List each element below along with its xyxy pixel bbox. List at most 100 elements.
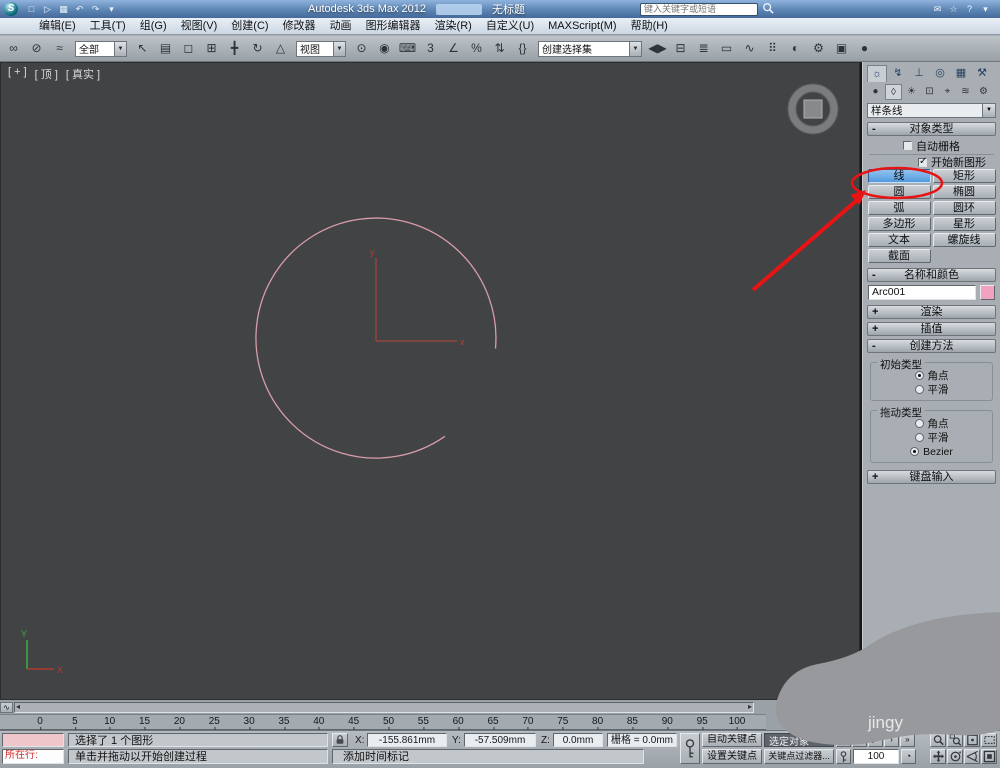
quick-new-icon[interactable]: □	[24, 2, 39, 16]
edit-named-selection-sets-icon[interactable]: {}	[512, 38, 533, 59]
shape-button-3[interactable]: 椭圆	[932, 185, 996, 199]
schematic-view-icon[interactable]: ⠿	[762, 38, 783, 59]
menu-item-3[interactable]: 视图(V)	[174, 18, 225, 34]
viewport-menu-general[interactable]: [ + ]	[8, 66, 27, 82]
snaps-toggle-3d-icon[interactable]: 3	[420, 38, 441, 59]
quick-access-dropdown-icon[interactable]: ▾	[104, 2, 119, 16]
key-mode-toggle-button[interactable]	[836, 749, 851, 764]
field-of-view-button[interactable]	[964, 749, 980, 764]
percent-snap-toggle-icon[interactable]: %	[466, 38, 487, 59]
set-key-big-button[interactable]	[680, 733, 700, 764]
tab-motion[interactable]: ◎	[930, 65, 950, 82]
maxscript-mini-listener[interactable]: 所在行:	[2, 749, 64, 764]
shape-button-2[interactable]: 圆	[867, 185, 931, 199]
zoom-extents-button[interactable]	[964, 733, 980, 747]
viewcube[interactable]	[787, 83, 839, 135]
key-default-in-out-dropdown[interactable]: 选定对象 ▼	[764, 733, 834, 748]
selection-filter-dropdown[interactable]: 全部 ▼	[75, 40, 127, 57]
use-pivot-point-center-icon[interactable]: ⊙	[351, 38, 372, 59]
initial-corner-radio[interactable]	[914, 371, 924, 380]
initial-smooth-radio[interactable]	[914, 385, 924, 394]
undo-icon[interactable]: ↶	[72, 2, 87, 16]
shape-button-9[interactable]: 螺旋线	[932, 233, 996, 247]
select-and-move-icon[interactable]: ╋	[224, 38, 245, 59]
menu-item-10[interactable]: MAXScript(M)	[541, 18, 623, 34]
mirror-icon[interactable]: ◀▶	[647, 38, 668, 59]
redo-icon[interactable]: ↷	[88, 2, 103, 16]
select-by-name-icon[interactable]: ▤	[155, 38, 176, 59]
keyboard-shortcut-override-icon[interactable]: ⌨	[397, 38, 418, 59]
menu-item-6[interactable]: 动画	[323, 18, 359, 34]
pan-button[interactable]	[930, 749, 946, 764]
tab-display[interactable]: ▦	[951, 65, 971, 82]
named-selection-sets-dropdown-arrow-icon[interactable]: ▼	[629, 41, 641, 56]
category-shapes[interactable]: ◊	[885, 84, 902, 100]
y-coord-field[interactable]: -57.509mm	[464, 733, 536, 747]
shape-category-arrow-icon[interactable]: ▼	[982, 104, 995, 117]
play-button[interactable]: ▶	[868, 733, 883, 747]
menu-item-0[interactable]: 编辑(E)	[32, 18, 83, 34]
tab-utilities[interactable]: ⚒	[972, 65, 992, 82]
time-slider-track[interactable]: ◂ ▸	[14, 702, 754, 713]
category-cameras[interactable]: ⊡	[921, 84, 938, 100]
infocenter-search-input[interactable]	[640, 2, 758, 16]
align-icon[interactable]: ⊟	[670, 38, 691, 59]
drag-corner-radio[interactable]	[914, 419, 924, 428]
z-coord-field[interactable]: 0.0mm	[553, 733, 603, 747]
quick-save-icon[interactable]: ▦	[56, 2, 71, 16]
rollout-rendering-header[interactable]: + 渲染	[867, 305, 996, 319]
communication-center-icon[interactable]: ✉	[930, 2, 945, 16]
set-key-button[interactable]: 设置关键点	[702, 749, 762, 764]
rollout-interpolation-header[interactable]: + 插值	[867, 322, 996, 336]
menu-item-2[interactable]: 组(G)	[133, 18, 174, 34]
angle-snap-toggle-icon[interactable]: ∠	[443, 38, 464, 59]
infocenter-dropdown-icon[interactable]: ▾	[978, 2, 993, 16]
select-and-rotate-icon[interactable]: ↻	[247, 38, 268, 59]
unlink-selection-icon[interactable]: ⊘	[26, 38, 47, 59]
bind-to-space-warp-icon[interactable]: ≈	[49, 38, 70, 59]
category-space-warps[interactable]: ≋	[957, 84, 974, 100]
named-selection-sets-dropdown[interactable]: 创建选择集 ▼	[538, 40, 642, 57]
shape-button-10[interactable]: 截面	[867, 249, 931, 263]
time-configuration-button[interactable]: ◔	[901, 749, 916, 764]
start-new-shape-checkbox[interactable]	[918, 156, 927, 167]
time-ruler[interactable]: 0 5 10 15 20 25 30 35 40 45 50 55 60 65 70 75 80 85 90 95 10…	[0, 714, 766, 731]
layer-manager-icon[interactable]: ≣	[693, 38, 714, 59]
shape-category-dropdown[interactable]: 样条线 ▼	[867, 103, 996, 118]
render-production-icon[interactable]: ●	[854, 38, 875, 59]
track-left-arrow-icon[interactable]: ◂	[16, 702, 20, 712]
select-and-scale-icon[interactable]: △	[270, 38, 291, 59]
select-object-icon[interactable]: ↖	[132, 38, 153, 59]
select-and-link-icon[interactable]: ∞	[3, 38, 24, 59]
category-geometry[interactable]: ●	[867, 84, 884, 100]
shape-button-1[interactable]: 矩形	[932, 169, 996, 183]
autogrid-checkbox[interactable]	[903, 141, 912, 150]
zoom-button[interactable]	[930, 733, 946, 747]
orbit-button[interactable]	[947, 749, 963, 764]
shape-button-4[interactable]: 弧	[867, 201, 931, 215]
rollout-object-type-header[interactable]: - 对象类型	[867, 122, 996, 136]
auto-key-button[interactable]: 自动关键点	[702, 733, 762, 747]
go-to-end-button[interactable]: »	[900, 733, 915, 747]
menu-item-4[interactable]: 创建(C)	[224, 18, 275, 34]
current-frame-field[interactable]: 100	[853, 749, 899, 764]
object-name-field[interactable]: Arc001	[868, 285, 976, 300]
rollout-creation-method-header[interactable]: - 创建方法	[867, 339, 996, 353]
window-crossing-toggle-icon[interactable]: ⊞	[201, 38, 222, 59]
curve-editor-icon[interactable]: ∿	[739, 38, 760, 59]
viewport-menu-shading[interactable]: [ 真实 ]	[66, 66, 100, 82]
drag-smooth-radio[interactable]	[914, 433, 924, 442]
previous-frame-button[interactable]: ‹	[852, 733, 867, 747]
drag-bezier-radio[interactable]	[910, 447, 920, 456]
graphite-ribbon-toggle-icon[interactable]: ▭	[716, 38, 737, 59]
rectangular-selection-region-icon[interactable]: ◻	[178, 38, 199, 59]
search-icon[interactable]	[760, 2, 775, 16]
menu-item-8[interactable]: 渲染(R)	[428, 18, 479, 34]
rollout-keyboard-entry-header[interactable]: + 键盘输入	[867, 470, 996, 484]
track-right-arrow-icon[interactable]: ▸	[748, 702, 752, 712]
shape-button-7[interactable]: 星形	[932, 217, 996, 231]
rollout-name-color-header[interactable]: - 名称和颜色	[867, 268, 996, 282]
object-color-swatch[interactable]	[980, 285, 995, 300]
reference-coordinate-system-dropdown-arrow-icon[interactable]: ▼	[333, 41, 345, 56]
select-and-manipulate-icon[interactable]: ◉	[374, 38, 395, 59]
